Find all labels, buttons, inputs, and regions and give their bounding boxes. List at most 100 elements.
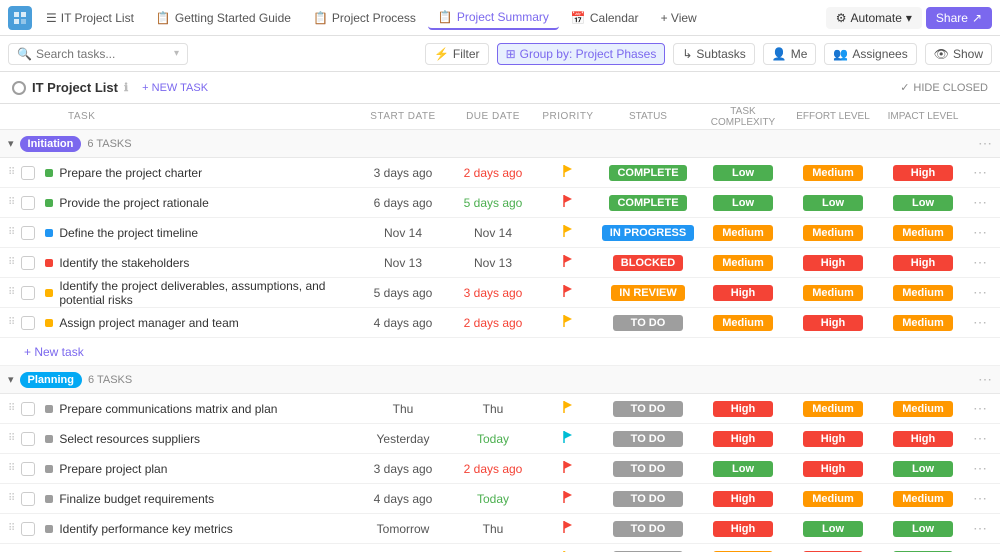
task-status[interactable]: COMPLETE (598, 165, 698, 181)
drag-handle[interactable]: ⠿ (8, 167, 15, 178)
task-priority[interactable] (538, 520, 598, 537)
drag-handle[interactable]: ⠿ (8, 403, 15, 414)
task-impact[interactable]: Medium (878, 285, 968, 301)
task-options-icon[interactable]: ⋯ (973, 490, 987, 506)
show-button[interactable]: 👁 Show (925, 43, 992, 65)
drag-handle[interactable]: ⠿ (8, 523, 15, 534)
new-task-initiation[interactable]: + New task (0, 338, 1000, 366)
task-status[interactable]: IN PROGRESS (598, 225, 698, 241)
task-priority[interactable] (538, 194, 598, 211)
phase-options-planning[interactable]: ⋯ (978, 371, 992, 388)
task-priority[interactable] (538, 430, 598, 447)
task-priority[interactable] (538, 400, 598, 417)
task-complexity[interactable]: Low (698, 461, 788, 477)
task-options-icon[interactable]: ⋯ (973, 164, 987, 180)
task-effort[interactable]: Medium (788, 401, 878, 417)
task-impact[interactable]: High (878, 255, 968, 271)
task-impact[interactable]: Medium (878, 315, 968, 331)
task-impact[interactable]: High (878, 165, 968, 181)
task-checkbox[interactable] (21, 522, 35, 536)
task-priority[interactable] (538, 254, 598, 271)
phase-toggle-initiation[interactable]: ▾ (8, 137, 14, 150)
task-effort[interactable]: Medium (788, 491, 878, 507)
add-task-button[interactable]: + NEW TASK (136, 80, 214, 96)
group-by-button[interactable]: ⊞ Group by: Project Phases (497, 43, 666, 65)
task-complexity[interactable]: Low (698, 195, 788, 211)
task-impact[interactable]: Medium (878, 401, 968, 417)
task-priority[interactable] (538, 284, 598, 301)
task-options[interactable]: ⋯ (968, 400, 992, 417)
task-status[interactable]: TO DO (598, 461, 698, 477)
task-checkbox[interactable] (21, 316, 35, 330)
task-effort[interactable]: Medium (788, 225, 878, 241)
task-options[interactable]: ⋯ (968, 460, 992, 477)
task-complexity[interactable]: High (698, 521, 788, 537)
subtasks-button[interactable]: ↳ Subtasks (673, 43, 754, 65)
task-checkbox[interactable] (21, 492, 35, 506)
drag-handle[interactable]: ⠿ (8, 493, 15, 504)
task-priority[interactable] (538, 164, 598, 181)
task-effort[interactable]: Medium (788, 285, 878, 301)
task-impact[interactable]: Medium (878, 491, 968, 507)
drag-handle[interactable]: ⠿ (8, 227, 15, 238)
task-checkbox[interactable] (21, 226, 35, 240)
task-effort[interactable]: High (788, 255, 878, 271)
task-options[interactable]: ⋯ (968, 194, 992, 211)
task-complexity[interactable]: High (698, 285, 788, 301)
phase-options-initiation[interactable]: ⋯ (978, 135, 992, 152)
task-status[interactable]: TO DO (598, 431, 698, 447)
task-effort[interactable]: Low (788, 521, 878, 537)
task-priority[interactable] (538, 224, 598, 241)
task-options-icon[interactable]: ⋯ (973, 430, 987, 446)
task-checkbox[interactable] (21, 462, 35, 476)
task-status[interactable]: TO DO (598, 491, 698, 507)
task-effort[interactable]: High (788, 431, 878, 447)
task-status[interactable]: COMPLETE (598, 195, 698, 211)
task-priority[interactable] (538, 314, 598, 331)
drag-handle[interactable]: ⠿ (8, 463, 15, 474)
task-impact[interactable]: High (878, 431, 968, 447)
task-complexity[interactable]: Low (698, 165, 788, 181)
task-impact[interactable]: Low (878, 521, 968, 537)
task-status[interactable]: TO DO (598, 315, 698, 331)
drag-handle[interactable]: ⠿ (8, 197, 15, 208)
task-options-icon[interactable]: ⋯ (973, 460, 987, 476)
task-options[interactable]: ⋯ (968, 164, 992, 181)
phase-toggle-planning[interactable]: ▾ (8, 373, 14, 386)
hide-closed-button[interactable]: ✓ HIDE CLOSED (900, 81, 988, 94)
task-checkbox[interactable] (21, 256, 35, 270)
task-options[interactable]: ⋯ (968, 520, 992, 537)
search-box[interactable]: 🔍 ▾ (8, 43, 188, 65)
task-checkbox[interactable] (21, 402, 35, 416)
tab-project-process[interactable]: 📋 Project Process (303, 7, 426, 29)
task-options-icon[interactable]: ⋯ (973, 284, 987, 300)
task-options[interactable]: ⋯ (968, 490, 992, 507)
task-options-icon[interactable]: ⋯ (973, 224, 987, 240)
task-complexity[interactable]: Medium (698, 255, 788, 271)
task-options-icon[interactable]: ⋯ (973, 520, 987, 536)
assignees-button[interactable]: 👥 Assignees (824, 43, 916, 65)
tab-project-summary[interactable]: 📋 Project Summary (428, 6, 559, 30)
drag-handle[interactable]: ⠿ (8, 287, 15, 298)
task-impact[interactable]: Medium (878, 225, 968, 241)
task-effort[interactable]: High (788, 315, 878, 331)
task-options[interactable]: ⋯ (968, 224, 992, 241)
drag-handle[interactable]: ⠿ (8, 317, 15, 328)
search-input[interactable] (36, 47, 170, 61)
share-button[interactable]: Share ↗ (926, 7, 992, 29)
task-options[interactable]: ⋯ (968, 430, 992, 447)
task-status[interactable]: TO DO (598, 521, 698, 537)
task-status[interactable]: IN REVIEW (598, 285, 698, 301)
task-options-icon[interactable]: ⋯ (973, 254, 987, 270)
task-effort[interactable]: Medium (788, 165, 878, 181)
tab-add-view[interactable]: + View (651, 7, 707, 29)
task-status[interactable]: BLOCKED (598, 255, 698, 271)
tab-calendar[interactable]: 📅 Calendar (561, 7, 649, 29)
task-complexity[interactable]: High (698, 401, 788, 417)
task-complexity[interactable]: High (698, 491, 788, 507)
automate-button[interactable]: ⚙ Automate ▾ (826, 7, 922, 29)
tab-it-project-list[interactable]: ☰ IT Project List (36, 7, 144, 29)
drag-handle[interactable]: ⠿ (8, 433, 15, 444)
task-priority[interactable] (538, 460, 598, 477)
task-checkbox[interactable] (21, 286, 35, 300)
